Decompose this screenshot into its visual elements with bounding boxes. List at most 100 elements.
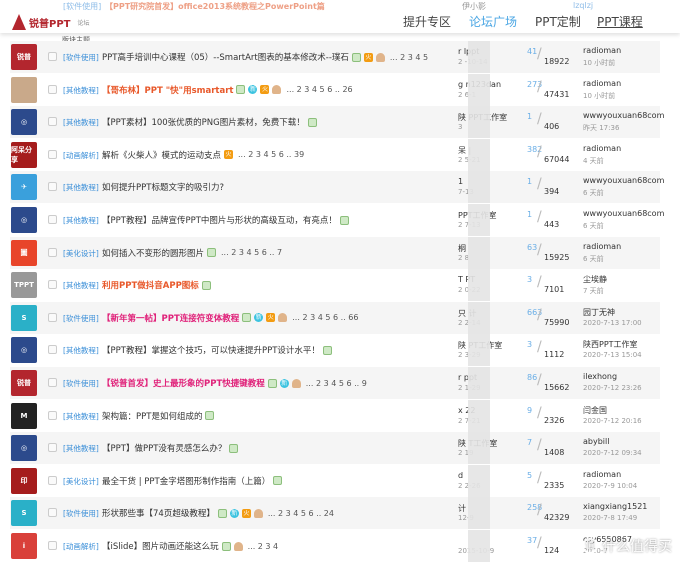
last-poster[interactable]: radioman [583, 79, 621, 88]
avatar[interactable] [11, 76, 37, 103]
category-link[interactable]: [软件使用] [63, 313, 99, 324]
page-links[interactable]: ... 2 3 4 5 6 .. 26 [286, 85, 352, 94]
last-post-time[interactable]: 2020-7-12 09:34 [583, 449, 642, 457]
select-checkbox[interactable] [48, 280, 57, 290]
avatar[interactable]: TPPT [11, 272, 37, 299]
last-poster[interactable]: abybill [583, 437, 609, 446]
thread-title-link[interactable]: 利用PPT做抖音APP图标 [102, 279, 199, 291]
category-link[interactable]: [其他教程] [63, 280, 99, 291]
last-poster[interactable]: 园丁无神 [583, 307, 615, 318]
thread-title-link[interactable]: 【PPT教程】品牌宣传PPT中图片与形状的高级互动，有亮点！ [102, 214, 337, 226]
thread-title-link[interactable]: 最全干货 | PPT金字塔图形制作指南（上篇） [102, 475, 270, 487]
category-link[interactable]: [其他教程] [63, 85, 99, 96]
category-link[interactable]: [其他教程] [63, 182, 99, 193]
thread-title-link[interactable]: 【iSlide】图片动画还能这么玩 [102, 540, 219, 552]
select-checkbox[interactable] [48, 345, 57, 355]
last-post-time[interactable]: 6 天前 [583, 221, 604, 231]
thread-title-link[interactable]: 形状那些事【74页超级教程】 [102, 507, 215, 519]
select-checkbox[interactable] [48, 182, 57, 192]
category-link[interactable]: [其他教程] [63, 345, 99, 356]
category-link[interactable]: [软件使用] [63, 378, 99, 389]
last-poster[interactable]: wwwyouxuan68com [583, 209, 664, 218]
category-link[interactable]: [其他教程] [63, 411, 99, 422]
select-checkbox[interactable] [48, 312, 57, 322]
author-name[interactable]: 桐 [458, 243, 466, 254]
last-post-time[interactable]: 10 小时前 [583, 58, 615, 68]
site-logo[interactable]: 锐普PPT 论坛 [12, 14, 90, 30]
avatar[interactable]: M [11, 402, 37, 429]
avatar[interactable]: 印 [11, 467, 37, 494]
nav-ppt-course[interactable]: PPT课程 [597, 13, 643, 30]
avatar[interactable]: 圖 [11, 239, 37, 266]
thread-title-link[interactable]: 【PPT教程】掌握这个技巧，可以快速提升PPT设计水平！ [102, 344, 320, 356]
select-checkbox[interactable] [48, 149, 57, 159]
thread-title-link[interactable]: PPT高手培训中心课程（05）--SmartArt图表的基本修改术--璞石 [102, 51, 349, 63]
category-link[interactable]: [美化设计] [63, 476, 99, 487]
last-poster[interactable]: wwwyouxuan68com [583, 176, 664, 185]
last-post-time[interactable]: 10 小时前 [583, 91, 615, 101]
select-checkbox[interactable] [48, 84, 57, 94]
last-post-time[interactable]: 2020-7-12 23:26 [583, 384, 642, 392]
select-checkbox[interactable] [48, 52, 57, 61]
last-poster[interactable]: 闫金国 [583, 405, 607, 416]
avatar[interactable]: ◎ [11, 207, 37, 233]
avatar[interactable]: 锐普 [11, 44, 37, 70]
last-post-time[interactable]: 昨天 17:36 [583, 123, 619, 133]
category-link[interactable]: [动画解析] [63, 541, 99, 552]
last-post-time[interactable]: 4 天前 [583, 156, 604, 166]
author-name[interactable]: 计 [458, 503, 466, 514]
last-post-time[interactable]: 6 天前 [583, 188, 604, 198]
category-link[interactable]: [软件使用] [63, 508, 99, 519]
avatar[interactable]: S [11, 500, 37, 527]
last-poster[interactable]: xiangxiang1521 [583, 502, 647, 511]
last-poster[interactable]: radioman [583, 470, 621, 479]
page-links[interactable]: ... 2 3 4 [248, 542, 279, 551]
select-checkbox[interactable] [48, 443, 57, 453]
last-post-time[interactable]: 2020-7-13 15:04 [583, 351, 642, 359]
author-name[interactable]: 1 [458, 177, 463, 186]
avatar[interactable]: i [11, 533, 37, 559]
category-link[interactable]: [软件使用] [63, 52, 99, 63]
nav-ppt-custom[interactable]: PPT定制 [535, 13, 581, 30]
select-checkbox[interactable] [48, 117, 57, 127]
page-links[interactable]: ... 2 3 4 5 6 .. 9 [306, 379, 367, 388]
nav-upgrade-zone[interactable]: 提升专区 [403, 13, 451, 30]
page-links[interactable]: ... 2 3 4 5 [390, 53, 428, 62]
thread-title-link[interactable]: 【新年第一帖】PPT连接符变体教程 [102, 312, 239, 324]
last-poster[interactable]: radioman [583, 46, 621, 55]
page-links[interactable]: ... 2 3 4 5 6 .. 7 [221, 248, 282, 257]
thread-title-link[interactable]: 架构篇：PPT是如何组成的 [102, 410, 202, 422]
last-post-time[interactable]: 2020-7-9 10:04 [583, 482, 637, 490]
thread-title-link[interactable]: 【PPT素材】100张优质的PNG图片素材，免费下载！ [102, 116, 305, 128]
last-poster[interactable]: radioman [583, 242, 621, 251]
avatar[interactable]: ◎ [11, 337, 37, 364]
thread-title-link[interactable]: 解析《火柴人》模式的运动支点 [102, 149, 221, 161]
category-link[interactable]: [其他教程] [63, 215, 99, 226]
page-links[interactable]: ... 2 3 4 5 6 .. 39 [238, 150, 304, 159]
thread-title-link[interactable]: 【PPT】做PPT没有灵感怎么办？ [102, 442, 226, 454]
category-link[interactable]: [动画解析] [63, 150, 99, 161]
author-name[interactable]: d [458, 471, 463, 480]
last-poster[interactable]: 尘埃静 [583, 274, 607, 285]
select-checkbox[interactable] [48, 541, 57, 550]
last-poster[interactable]: 陕西PPT工作室 [583, 339, 638, 350]
category-link[interactable]: [其他教程] [63, 443, 99, 454]
page-links[interactable]: ... 2 3 4 5 6 .. 24 [268, 509, 334, 518]
thread-title-link[interactable]: 如何提升PPT标题文字的吸引力? [102, 181, 224, 193]
nav-forum-square[interactable]: 论坛广场 [469, 13, 517, 30]
avatar[interactable]: ✈ [11, 174, 37, 201]
avatar[interactable]: 阿呆分享 [11, 141, 37, 168]
last-post-time[interactable]: 2020-7-12 20:16 [583, 417, 642, 425]
last-poster[interactable]: wwwyouxuan68com [583, 111, 664, 120]
avatar[interactable]: ◎ [11, 109, 37, 136]
select-checkbox[interactable] [48, 508, 57, 518]
thread-title-link[interactable]: 如何插入不变形的圆形图片 [102, 247, 204, 259]
avatar[interactable]: 锐普 [11, 370, 37, 396]
avatar[interactable]: ◎ [11, 435, 37, 462]
last-poster[interactable]: radioman [583, 144, 621, 153]
avatar[interactable]: S [11, 304, 37, 331]
thread-title-link[interactable]: 【锐普首发】史上最形象的PPT快捷键教程 [102, 377, 265, 389]
select-checkbox[interactable] [48, 247, 57, 257]
select-checkbox[interactable] [48, 475, 57, 485]
thread-title-link[interactable]: 【哥布林】PPT "快"用smartart [102, 84, 233, 96]
